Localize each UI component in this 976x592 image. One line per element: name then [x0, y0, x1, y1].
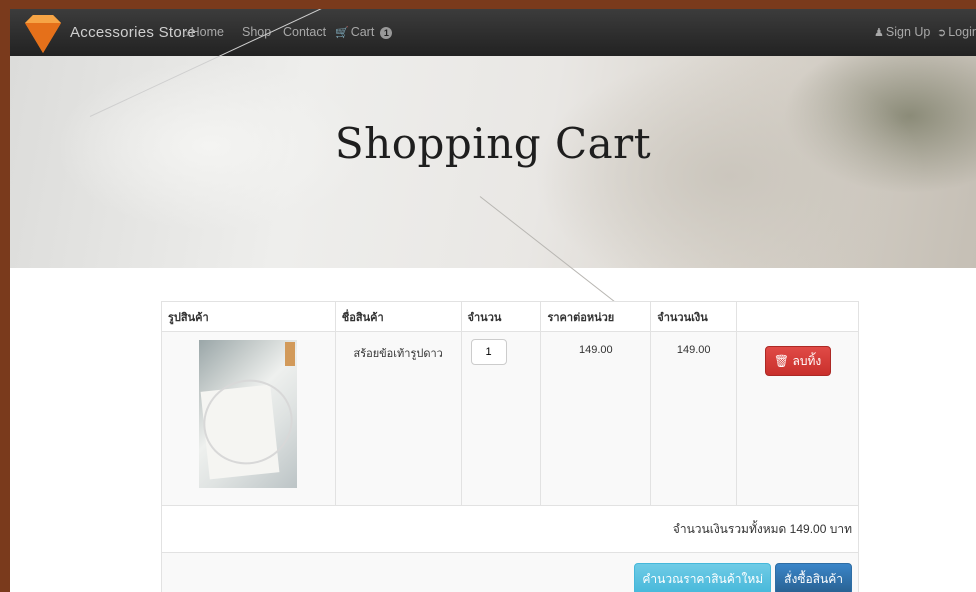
user-icon: ♟	[874, 27, 884, 39]
total-text: จำนวนเงินรวมทั้งหมด 149.00 บาท	[161, 505, 859, 553]
actions-cell: 🗑 ลบทิ้ง	[736, 331, 859, 506]
cart-count-badge: 1	[380, 26, 393, 39]
hero-banner: Shopping Cart	[10, 9, 976, 339]
nav-login[interactable]: ➲ Login	[937, 25, 976, 39]
delete-button[interactable]: 🗑 ลบทิ้ง	[764, 346, 831, 376]
place-order-button[interactable]: สั่งซื้อสินค้า	[775, 563, 852, 592]
nav-login-label: Login	[948, 25, 976, 39]
cart-table: รูปสินค้า ชื่อสินค้า จำนวน ราคาต่อหน่วย …	[161, 301, 859, 592]
header-quantity: จำนวน	[460, 301, 542, 332]
total-row: จำนวนเงินรวมทั้งหมด 149.00 บาท	[161, 505, 859, 553]
product-name: สร้อยข้อเท้ารูปดาว	[334, 331, 462, 506]
header-actions	[736, 301, 859, 332]
header-name: ชื่อสินค้า	[334, 301, 462, 332]
delete-button-label: ลบทิ้ง	[792, 353, 822, 368]
page-title: Shopping Cart	[334, 119, 652, 168]
header-unit-price: ราคาต่อหน่วย	[540, 301, 652, 332]
brand-link[interactable]: Accessories Store	[70, 24, 196, 41]
nav-cart[interactable]: 🛒 Cart 1	[335, 25, 393, 39]
action-row: คำนวณราคาสินค้าใหม่ สั่งซื้อสินค้า	[161, 552, 859, 592]
quantity-cell	[460, 331, 542, 506]
nav-cart-label: Cart	[350, 25, 375, 39]
action-cell: คำนวณราคาสินค้าใหม่ สั่งซื้อสินค้า	[161, 552, 859, 592]
trash-icon: 🗑	[773, 353, 790, 368]
nav-signup-label: Sign Up	[885, 25, 931, 39]
header-image: รูปสินค้า	[161, 301, 336, 332]
diamond-logo-icon[interactable]	[23, 15, 63, 53]
product-image-cell	[161, 331, 336, 506]
nav-contact[interactable]: Contact	[283, 25, 326, 39]
table-header-row: รูปสินค้า ชื่อสินค้า จำนวน ราคาต่อหน่วย …	[161, 301, 859, 332]
table-row: สร้อยข้อเท้ารูปดาว 149.00 149.00 🗑 ลบทิ้…	[161, 331, 859, 506]
product-image	[199, 340, 298, 488]
unit-price: 149.00	[540, 331, 652, 506]
quantity-input[interactable]	[470, 339, 507, 365]
cart-icon: 🛒	[335, 27, 349, 39]
recalculate-button[interactable]: คำนวณราคาสินค้าใหม่	[634, 563, 772, 592]
nav-signup[interactable]: ♟ Sign Up	[874, 25, 930, 39]
line-amount: 149.00	[650, 331, 738, 506]
navbar: Accessories Store ⌂ Home Shop Contact 🛒 Ca…	[10, 9, 976, 56]
nav-home[interactable]: ⌂ Home	[182, 25, 224, 39]
nav-home-label: Home	[190, 25, 224, 39]
header-amount: จำนวนเงิน	[650, 301, 738, 332]
login-icon: ➲	[937, 27, 947, 39]
home-icon: ⌂	[182, 27, 189, 39]
page-frame: Accessories Store ⌂ Home Shop Contact 🛒 Ca…	[10, 9, 976, 592]
